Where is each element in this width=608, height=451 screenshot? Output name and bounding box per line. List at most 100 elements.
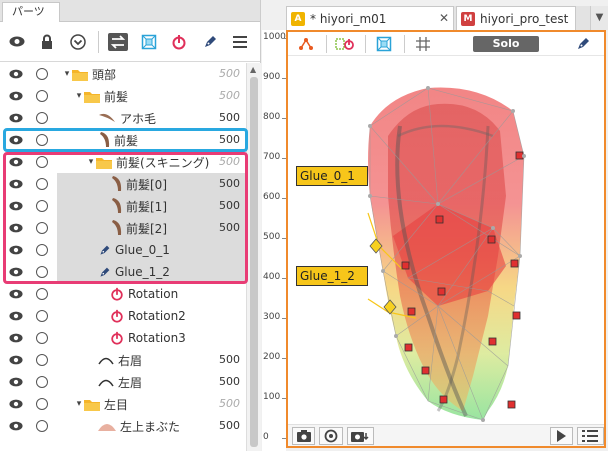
warp-rotation-icon[interactable] — [335, 34, 355, 54]
tree-row[interactable]: アホ毛 500 — [0, 107, 246, 129]
grid-icon[interactable] — [413, 34, 433, 54]
lock-toggle-circle[interactable] — [36, 112, 48, 124]
ruler-label: 100 — [263, 392, 281, 402]
draw-order-value[interactable]: 500 — [219, 393, 240, 415]
lock-toggle-circle[interactable] — [36, 288, 48, 300]
visibility-eye-icon[interactable] — [9, 377, 23, 387]
draw-order-value[interactable]: 500 — [219, 85, 240, 107]
scroll-thumb[interactable] — [250, 77, 258, 447]
highlight-frame-blue — [3, 128, 248, 152]
tree-row-content: 左眉 — [98, 371, 142, 393]
draw-order-value[interactable]: 500 — [219, 107, 240, 129]
chevron-down-icon[interactable]: ▾ — [74, 91, 84, 101]
canvas-bottom-toolbar — [288, 424, 604, 446]
tree-row[interactable]: ▾ 頭部 500 — [0, 63, 246, 85]
scroll-up-arrow-icon[interactable]: ▲ — [250, 65, 256, 74]
camera-download-icon[interactable] — [346, 426, 374, 445]
visibility-eye-icon[interactable] — [9, 91, 23, 101]
tab-hiyori-pro-test[interactable]: M hiyori_pro_test — [456, 6, 576, 30]
parts-tab[interactable]: パーツ — [2, 2, 60, 22]
tab-overflow-dropdown-icon[interactable]: ▼ — [590, 6, 608, 30]
visibility-eye-icon[interactable] — [9, 421, 23, 431]
parts-tabbar: パーツ — [0, 0, 260, 22]
rotation-icon[interactable] — [168, 31, 190, 53]
visibility-eye-icon[interactable] — [9, 333, 23, 343]
tree-row-content: 左上まぶた — [98, 415, 180, 437]
tree-row-content: ▾ 左目 — [74, 393, 128, 415]
close-icon[interactable]: ✕ — [439, 11, 449, 25]
ruler-label: 500 — [263, 232, 281, 242]
visibility-eye-icon[interactable] — [9, 355, 23, 365]
visibility-eye-icon[interactable] — [9, 311, 23, 321]
tree-row-label: 左眉 — [118, 375, 143, 390]
tree-row[interactable]: ▾ 前髪 500 — [0, 85, 246, 107]
lock-toggle-circle[interactable] — [36, 332, 48, 344]
tree-row-content: Rotation2 — [110, 305, 186, 327]
ruler-label: 300 — [263, 312, 281, 322]
reset-camera-icon[interactable] — [319, 426, 343, 445]
deformer-icon[interactable] — [374, 34, 394, 54]
folder-icon — [84, 90, 100, 103]
canvas-toolbar: Solo — [288, 32, 604, 56]
tree-row[interactable]: 左眉 500 — [0, 371, 246, 393]
draw-order-value[interactable]: 500 — [219, 63, 240, 85]
visibility-eye-icon[interactable] — [9, 113, 23, 123]
lock-icon[interactable] — [37, 31, 59, 53]
lock-toggle-circle[interactable] — [36, 90, 48, 102]
tree-row[interactable]: 右眉 500 — [0, 349, 246, 371]
tree-row[interactable]: Rotation2 — [0, 305, 246, 327]
canvas-viewport[interactable]: Glue_0_1 Glue_1_2 — [288, 56, 604, 424]
menu-icon[interactable] — [229, 31, 251, 53]
chevron-circle-icon[interactable] — [67, 31, 89, 53]
chevron-down-icon[interactable]: ▾ — [74, 399, 84, 409]
tree-row-content: Rotation3 — [110, 327, 186, 349]
tree-row[interactable]: ▾ 左目 500 — [0, 393, 246, 415]
lock-toggle-circle[interactable] — [36, 310, 48, 322]
play-icon[interactable] — [549, 426, 573, 445]
visibility-eye-icon[interactable] — [9, 289, 23, 299]
tree-row[interactable]: Rotation3 — [0, 327, 246, 349]
mesh-vertex-icon[interactable] — [296, 34, 316, 54]
brow-icon — [98, 355, 114, 365]
lock-toggle-circle[interactable] — [36, 68, 48, 80]
pen-icon[interactable] — [573, 34, 593, 54]
model-m-icon: M — [461, 11, 475, 26]
deformer-icon[interactable] — [138, 31, 160, 53]
hair-curve-icon — [98, 112, 116, 124]
tree-row-label: 左上まぶた — [120, 419, 181, 434]
lock-toggle-circle[interactable] — [36, 398, 48, 410]
ruler-label: 700 — [263, 152, 281, 162]
draw-order-value[interactable]: 500 — [219, 371, 240, 393]
list-icon[interactable] — [576, 426, 604, 445]
tree-row[interactable]: 左上まぶた 500 — [0, 415, 246, 437]
lock-toggle-circle[interactable] — [36, 354, 48, 366]
lock-toggle-circle[interactable] — [36, 420, 48, 432]
draw-order-value[interactable]: 500 — [219, 415, 240, 437]
draw-order-value[interactable]: 500 — [219, 349, 240, 371]
camera-icon[interactable] — [292, 426, 316, 445]
glue-label-1[interactable]: Glue_1_2 — [296, 266, 368, 286]
toolbar-separator — [326, 34, 327, 53]
tree-row[interactable]: Rotation — [0, 283, 246, 305]
pen-icon[interactable] — [199, 31, 221, 53]
folder-icon — [72, 68, 88, 81]
swap-icon[interactable] — [107, 31, 129, 53]
chevron-down-icon[interactable]: ▾ — [62, 69, 72, 79]
solo-button[interactable]: Solo — [473, 35, 539, 52]
toolbar-separator — [97, 30, 99, 53]
visibility-eye-icon[interactable] — [9, 399, 23, 409]
lock-toggle-circle[interactable] — [36, 376, 48, 388]
tree-scrollbar[interactable]: ▲ — [246, 63, 261, 451]
eyelid-icon — [98, 421, 116, 431]
glue-label-0[interactable]: Glue_0_1 — [296, 166, 368, 186]
model-a-icon: A — [291, 11, 305, 26]
tree-row-label: 前髪 — [104, 89, 129, 104]
tree-row-content: 右眉 — [98, 349, 142, 371]
rotation-icon — [110, 309, 124, 323]
ruler-label: 0 — [263, 432, 269, 442]
visibility-eye-icon[interactable] — [9, 69, 23, 79]
canvas-frame: Solo Glue_0_1 Glue_1_2 — [286, 30, 606, 448]
eye-icon[interactable] — [6, 31, 28, 53]
tab-hiyori-m01[interactable]: A * hiyori_m01 ✕ — [286, 6, 454, 30]
tree-row-label: Rotation2 — [128, 309, 186, 323]
